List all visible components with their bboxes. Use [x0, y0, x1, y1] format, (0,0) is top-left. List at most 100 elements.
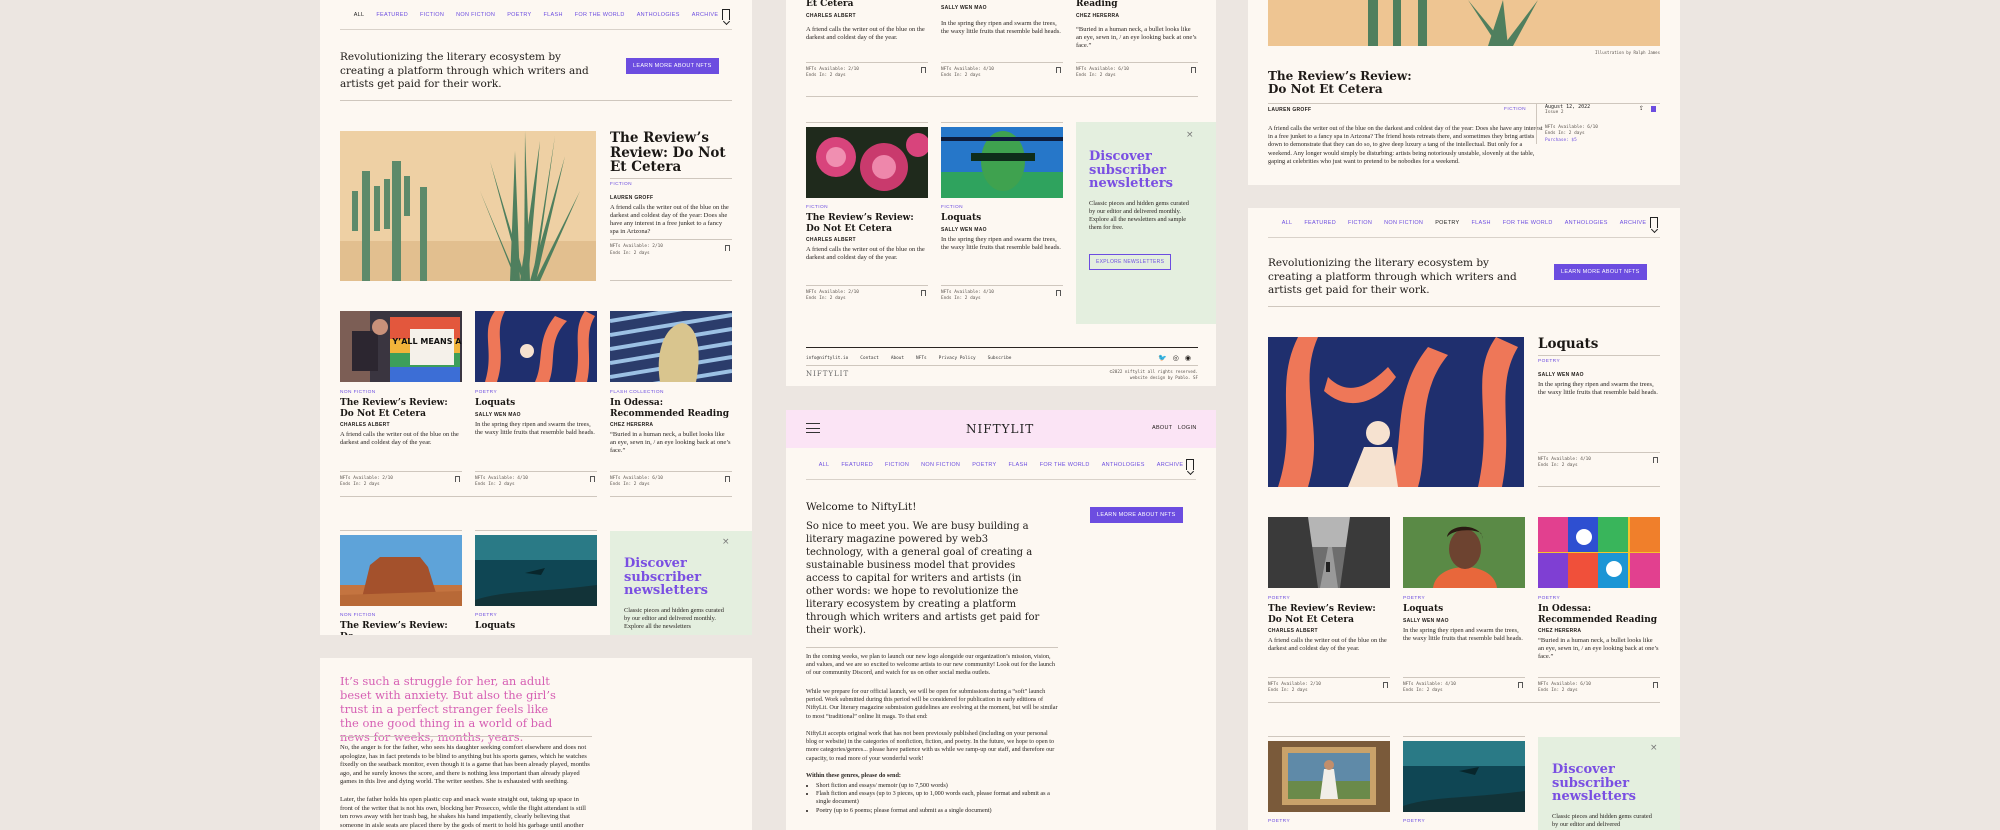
nav-flash[interactable]: FLASH [1472, 220, 1491, 226]
statue-image [610, 311, 732, 382]
about-link[interactable]: ABOUT [1152, 425, 1172, 431]
nav-non-fiction[interactable]: NON FICTION [1384, 220, 1423, 226]
nav-non-fiction[interactable]: NON FICTION [456, 12, 495, 18]
nav-fiction[interactable]: FICTION [885, 462, 909, 468]
article-card[interactable]: NON FICTION The Review’s Review: Do Not … [340, 390, 462, 450]
feature-title[interactable]: The Review’s Review: Do Not Et Cetera [610, 131, 732, 175]
nav-poetry[interactable]: POETRY [972, 462, 996, 468]
hamburger-menu-icon[interactable] [806, 423, 820, 433]
instagram-icon[interactable]: ◎ [1173, 354, 1179, 362]
bookmark-icon[interactable] [1518, 682, 1523, 688]
cactus-image [340, 131, 596, 281]
nav-anthologies[interactable]: ANTHOLOGIES [1565, 220, 1608, 226]
bookmark-icon[interactable] [722, 9, 730, 20]
nav-poetry[interactable]: POETRY [507, 12, 531, 18]
bookmark-icon[interactable] [590, 476, 595, 482]
nav-for-the-world[interactable]: FOR THE WORLD [575, 12, 625, 18]
nav-all[interactable]: ALL [819, 462, 830, 468]
nav-poetry[interactable]: POETRY [1435, 220, 1459, 226]
bookmark-icon[interactable] [455, 476, 460, 482]
nav-archive[interactable]: ARCHIVE [1620, 220, 1647, 226]
bookmark-icon[interactable] [921, 67, 926, 73]
article-category[interactable]: FICTION [1504, 107, 1526, 112]
learn-more-button[interactable]: LEARN MORE ABOUT NFTS [626, 58, 719, 74]
bookmark-icon[interactable] [1056, 67, 1061, 73]
intro-text: Revolutionizing the literary ecosystem b… [1268, 257, 1517, 296]
close-icon[interactable]: × [1186, 130, 1194, 140]
article-author[interactable]: LAUREN GROFF [1268, 107, 1311, 113]
footer-link-subscribe[interactable]: Subscribe [988, 356, 1012, 361]
bookmark-filled-icon[interactable] [1651, 106, 1656, 112]
article-card[interactable]: NON FICTION The Review’s Review: Do [340, 613, 462, 635]
bookmark-icon[interactable] [1186, 459, 1194, 470]
newsletter-promo: × Discover subscriber newsletters Classi… [1538, 737, 1680, 830]
learn-more-button[interactable]: LEARN MORE ABOUT NFTS [1090, 507, 1183, 523]
nav-non-fiction[interactable]: NON FICTION [921, 462, 960, 468]
bookmark-icon[interactable] [725, 476, 730, 482]
bookmark-icon[interactable] [1650, 217, 1658, 228]
footer-link-about[interactable]: About [891, 356, 904, 361]
feature-card[interactable]: The Review’s Review: Do Not Et Cetera FI… [610, 131, 732, 260]
top-header: NIFTYLIT ABOUT LOGIN [786, 410, 1216, 448]
bookmark-icon[interactable] [1383, 682, 1388, 688]
nav-featured[interactable]: FEATURED [1304, 220, 1336, 226]
bookmark-icon[interactable] [725, 245, 730, 252]
footer-link-privacy[interactable]: Privacy Policy [939, 356, 976, 361]
purchase-link[interactable]: Purchase: $5 [1545, 138, 1660, 144]
close-icon[interactable]: × [1650, 743, 1658, 753]
nav-fiction[interactable]: FICTION [420, 12, 444, 18]
nav-for-the-world[interactable]: FOR THE WORLD [1503, 220, 1553, 226]
footer-links: info@niftylit.io Contact About NFTs Priv… [806, 356, 1011, 361]
promo-body: Classic pieces and hidden gems curated b… [624, 607, 724, 630]
nav-featured[interactable]: FEATURED [376, 12, 408, 18]
face-collage-image [941, 127, 1063, 198]
nav-fiction[interactable]: FICTION [1348, 220, 1372, 226]
feature-author[interactable]: LAUREN GROFF [610, 195, 732, 201]
bookmark-icon[interactable] [1191, 67, 1196, 73]
share-icon[interactable]: ⇪ [1639, 105, 1644, 112]
nav-archive[interactable]: ARCHIVE [1157, 462, 1184, 468]
nav-anthologies[interactable]: ANTHOLOGIES [637, 12, 680, 18]
site-logo[interactable]: NIFTYLIT [966, 422, 1034, 436]
footer-logo[interactable]: NIFTYLIT [806, 370, 849, 378]
article-card[interactable]: POETRY Loquats SALLY WEN MAO In the spri… [1403, 596, 1525, 646]
article-card[interactable]: FICTION Loquats SALLY WEN MAO In the spr… [941, 205, 1063, 255]
feature-card[interactable]: Loquats POETRY SALLY WEN MAO In the spri… [1538, 337, 1660, 400]
discord-icon[interactable]: ◉ [1185, 354, 1191, 362]
nav-all[interactable]: ALL [354, 12, 365, 18]
close-icon[interactable]: × [722, 537, 730, 547]
card-meta: NFTs Available: 2/10 Ends In: 2 days [806, 285, 928, 303]
nav-archive[interactable]: ARCHIVE [692, 12, 719, 18]
learn-more-button[interactable]: LEARN MORE ABOUT NFTS [1554, 264, 1647, 280]
promo-heading: Discover subscriber newsletters [1089, 149, 1173, 191]
article-card[interactable]: POETRY Loquats [475, 613, 597, 635]
twitter-icon[interactable]: 🐦 [1158, 354, 1167, 362]
nav-flash[interactable]: FLASH [1009, 462, 1028, 468]
explore-newsletters-button[interactable]: EXPLORE NEWSLETTERS [1089, 254, 1172, 270]
article-card[interactable]: FICTION The Review’s Review: Do Not Et C… [806, 205, 928, 265]
feature-title[interactable]: Loquats [1538, 337, 1660, 352]
bookmark-icon[interactable] [1653, 457, 1658, 463]
article-card[interactable]: POETRY In Odessa: Recommended Reading CH… [1538, 596, 1660, 665]
promo-heading: Discover subscriber newsletters [624, 556, 708, 598]
card-meta: NFTs Available: 6/10 Ends In: 2 days [610, 471, 732, 489]
footer-email[interactable]: info@niftylit.io [806, 356, 848, 361]
footer-link-nfts[interactable]: NFTs [916, 356, 927, 361]
nav-flash[interactable]: FLASH [544, 12, 563, 18]
orange-figures-image [1268, 337, 1524, 487]
article-card[interactable]: POETRY The Review’s Review: Do Not Et Ce… [1268, 596, 1390, 656]
bookmark-icon[interactable] [921, 290, 926, 296]
story-page-frame: It’s such a struggle for her, an adult b… [320, 658, 752, 830]
nav-anthologies[interactable]: ANTHOLOGIES [1102, 462, 1145, 468]
article-card[interactable]: FLASH COLLECTION In Odessa: Recommended … [610, 390, 732, 459]
nav-all[interactable]: ALL [1282, 220, 1293, 226]
nav-for-the-world[interactable]: FOR THE WORLD [1040, 462, 1090, 468]
bookmark-icon[interactable] [1056, 290, 1061, 296]
footer-link-contact[interactable]: Contact [860, 356, 879, 361]
article-card[interactable]: POETRY Loquats SALLY WEN MAO In the spri… [475, 390, 597, 440]
feature-category[interactable]: FICTION [610, 182, 732, 187]
bookmark-icon[interactable] [1653, 682, 1658, 688]
nav-featured[interactable]: FEATURED [841, 462, 873, 468]
login-link[interactable]: LOGIN [1178, 425, 1197, 431]
article-detail-frame: Illustration by Ralph James The Review’s… [1248, 0, 1680, 185]
